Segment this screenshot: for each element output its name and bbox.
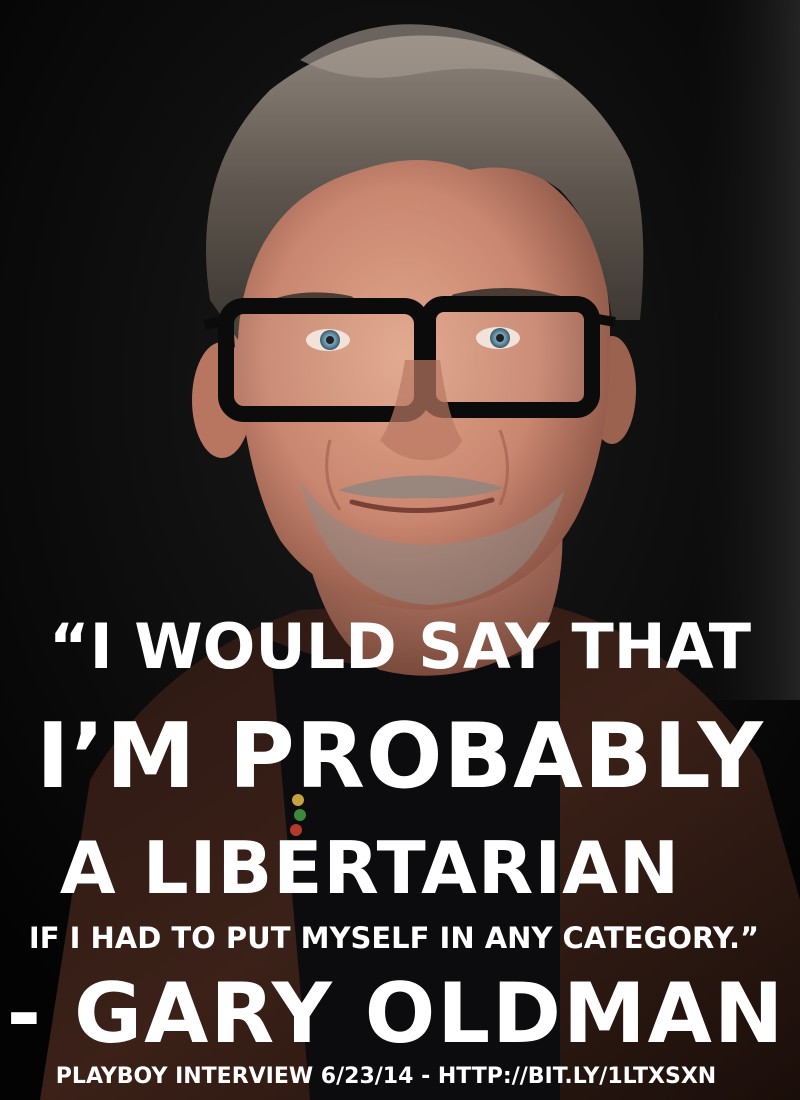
quote-line-4: IF I HAD TO PUT MYSELF IN ANY CATEGORY.” [28, 921, 760, 955]
quote-line-2: I’M PROBABLY [36, 704, 764, 809]
quote-line-3: A LIBERTARIAN [59, 826, 681, 910]
quote-source: PLAYBOY INTERVIEW 6/23/14 - HTTP://BIT.L… [55, 1064, 717, 1089]
quote-poster: “I WOULD SAY THAT I’M PROBABLY A LIBERTA… [0, 0, 800, 1100]
quote-line-1: “I WOULD SAY THAT [48, 610, 752, 683]
quote-attribution: - GARY OLDMAN [6, 965, 786, 1062]
